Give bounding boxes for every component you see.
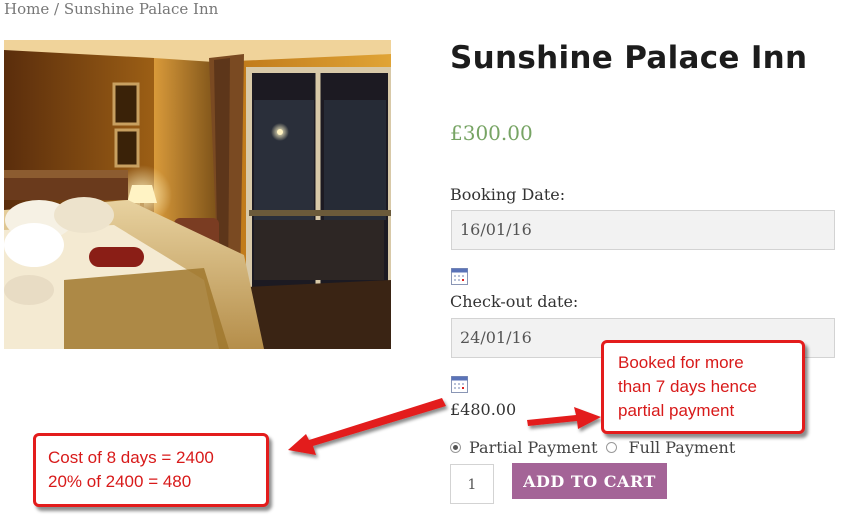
breadcrumb: Home / Sunshine Palace Inn <box>4 0 218 18</box>
booking-date-calendar-icon[interactable] <box>451 268 468 285</box>
checkout-date-calendar-icon[interactable] <box>451 376 468 393</box>
partial-payment-radio[interactable] <box>450 442 461 453</box>
full-payment-radio[interactable] <box>605 442 617 453</box>
add-to-cart-button[interactable]: ADD TO CART <box>512 463 667 499</box>
partial-payment-label[interactable]: Partial Payment <box>469 438 598 457</box>
full-payment-label[interactable]: Full Payment <box>629 438 736 457</box>
booking-date-label: Booking Date: <box>450 185 566 204</box>
booking-cost: £480.00 <box>450 400 517 419</box>
annotation-cost-calculation: Cost of 8 days = 2400 20% of 2400 = 480 <box>33 433 269 507</box>
annotation-line: Cost of 8 days = 2400 <box>48 448 214 467</box>
breadcrumb-home-link[interactable]: Home <box>4 0 49 18</box>
annotation-line: partial payment <box>618 401 735 420</box>
annotation-partial-payment-note: Booked for more than 7 days hence partia… <box>601 340 805 434</box>
annotation-line: 20% of 2400 = 480 <box>48 472 192 491</box>
annotation-line: than 7 days hence <box>618 377 757 396</box>
product-image[interactable] <box>4 40 391 349</box>
quantity-input[interactable]: 1 <box>450 464 494 504</box>
product-title: Sunshine Palace Inn <box>450 40 808 76</box>
checkout-date-label: Check-out date: <box>450 292 579 311</box>
payment-options: Partial Payment Full Payment <box>450 438 735 457</box>
breadcrumb-separator: / <box>49 0 64 18</box>
breadcrumb-current: Sunshine Palace Inn <box>63 0 219 18</box>
annotation-line: Booked for more <box>618 353 744 372</box>
booking-date-field[interactable]: 16/01/16 <box>451 210 835 250</box>
product-price: £300.00 <box>450 121 533 145</box>
